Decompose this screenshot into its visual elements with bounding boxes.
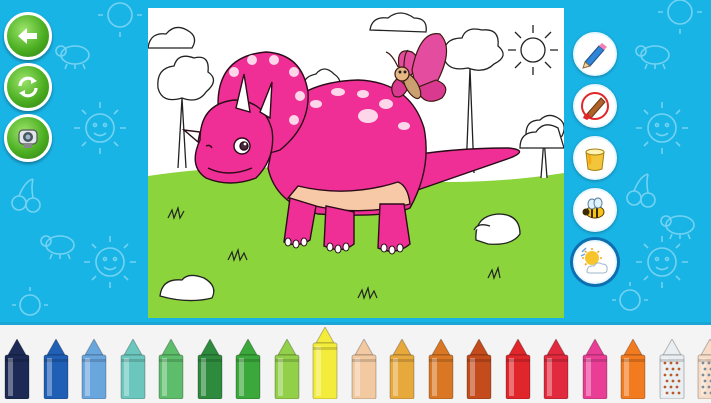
brush-icon xyxy=(581,92,609,120)
sun-cloud-icon xyxy=(580,247,608,274)
crayon[interactable] xyxy=(311,327,339,399)
crayon[interactable] xyxy=(196,339,224,399)
crayon[interactable] xyxy=(119,339,147,399)
crayon[interactable] xyxy=(273,339,301,399)
arrow-left-icon xyxy=(18,28,37,44)
coloring-canvas[interactable] xyxy=(148,8,564,318)
sun-doodle xyxy=(98,2,142,37)
crayon[interactable] xyxy=(42,339,70,399)
cloud[interactable] xyxy=(148,26,196,49)
sun-doodle xyxy=(636,102,688,154)
crayon[interactable] xyxy=(504,339,532,399)
sun-doodle xyxy=(612,282,648,311)
cloud[interactable] xyxy=(369,12,427,33)
crayon[interactable] xyxy=(581,339,609,399)
bug-doodle xyxy=(55,45,90,70)
bee-icon xyxy=(582,197,605,219)
pencil-icon xyxy=(582,43,607,69)
crayon[interactable] xyxy=(658,339,686,399)
crayon[interactable] xyxy=(465,339,493,399)
sun[interactable] xyxy=(508,25,558,75)
bug-doodle xyxy=(40,235,75,260)
butterfly[interactable] xyxy=(385,33,448,102)
sun-doodle xyxy=(84,236,136,288)
pencil-tool[interactable] xyxy=(573,32,617,76)
dinosaur-picture[interactable] xyxy=(148,8,564,318)
crayon[interactable] xyxy=(3,339,31,399)
crayon[interactable] xyxy=(542,339,570,399)
crayon-tray xyxy=(0,322,711,403)
cherry-doodle xyxy=(626,173,656,208)
camera-button[interactable] xyxy=(4,114,52,162)
brush-tool[interactable] xyxy=(573,84,617,128)
crayon[interactable] xyxy=(619,339,647,399)
sun-doodle xyxy=(636,236,688,288)
crayon[interactable] xyxy=(157,339,185,399)
bug-doodle xyxy=(635,45,670,70)
crayon[interactable] xyxy=(80,339,108,399)
paint-bucket-icon xyxy=(585,148,605,171)
crayon[interactable] xyxy=(427,339,455,399)
refresh-button[interactable] xyxy=(4,63,52,111)
crayon[interactable] xyxy=(388,339,416,399)
bug-doodle xyxy=(660,215,695,240)
stamp-tool[interactable] xyxy=(573,188,617,232)
crayon[interactable] xyxy=(234,339,262,399)
sun-doodle xyxy=(12,287,48,316)
cherry-doodle xyxy=(11,178,41,213)
refresh-icon xyxy=(18,76,38,98)
crayon[interactable] xyxy=(350,339,378,399)
bucket-tool[interactable] xyxy=(573,136,617,180)
sun-doodle xyxy=(658,0,702,34)
back-button[interactable] xyxy=(4,12,52,60)
sun-doodle xyxy=(74,102,126,154)
scene-tool[interactable] xyxy=(573,240,617,284)
crayon[interactable] xyxy=(696,339,711,399)
camera-icon xyxy=(18,129,38,148)
